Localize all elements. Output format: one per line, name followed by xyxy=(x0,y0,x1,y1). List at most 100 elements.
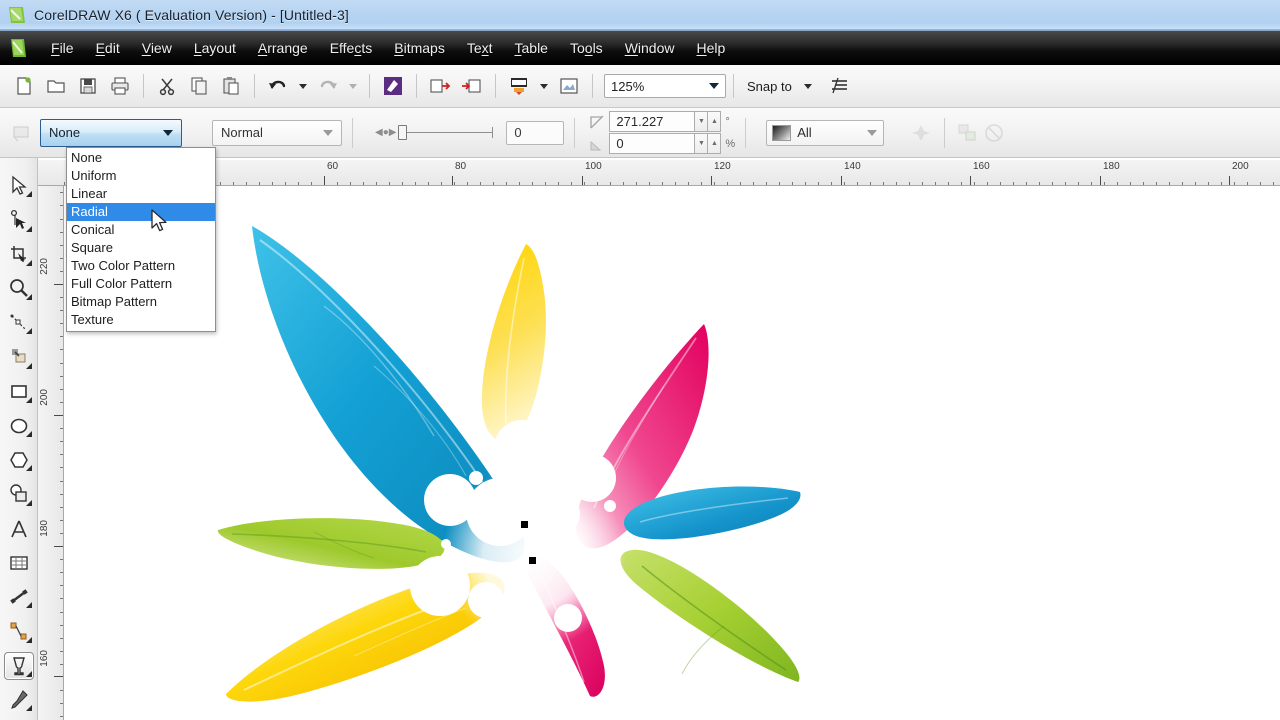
ruler-tick-minor xyxy=(60,585,63,586)
menu-window[interactable]: Window xyxy=(614,36,686,60)
publish-pdf-icon[interactable] xyxy=(504,71,534,101)
dropdown-option-two-color-pattern[interactable]: Two Color Pattern xyxy=(67,257,215,275)
tool-freehand[interactable] xyxy=(4,309,34,337)
ruler-tick-minor xyxy=(1104,182,1105,185)
freeze-transparency-icon[interactable] xyxy=(908,121,934,145)
dropdown-option-uniform[interactable]: Uniform xyxy=(67,167,215,185)
ruler-tick-minor xyxy=(60,572,63,573)
tool-polygon[interactable] xyxy=(4,446,34,474)
options-icon[interactable] xyxy=(825,71,855,101)
transparency-target-combo[interactable]: All xyxy=(766,119,885,146)
publish-pdf-caret-icon[interactable] xyxy=(540,83,548,89)
menu-edit[interactable]: Edit xyxy=(85,36,131,60)
dropdown-option-radial[interactable]: Radial xyxy=(67,203,215,221)
blend-mode-caret-icon[interactable] xyxy=(319,122,337,144)
ruler-tick-major xyxy=(452,176,453,185)
ruler-tick-minor xyxy=(60,481,63,482)
tool-dimension[interactable] xyxy=(4,583,34,611)
copy-icon[interactable] xyxy=(184,71,214,101)
tool-text[interactable] xyxy=(4,515,34,543)
menu-tools[interactable]: Tools xyxy=(559,36,614,60)
paste-icon[interactable] xyxy=(216,71,246,101)
dropdown-option-square[interactable]: Square xyxy=(67,239,215,257)
menu-layout[interactable]: Layout xyxy=(183,36,247,60)
menu-bitmaps[interactable]: Bitmaps xyxy=(383,36,456,60)
fill-type-dropdown-list[interactable]: None Uniform Linear Radial Conical Squar… xyxy=(66,147,216,332)
tool-pick[interactable] xyxy=(4,172,34,200)
menu-text[interactable]: Text xyxy=(456,36,504,60)
menu-table[interactable]: Table xyxy=(504,36,559,60)
tool-basic-shapes[interactable] xyxy=(4,480,34,508)
dropdown-option-bitmap-pattern[interactable]: Bitmap Pattern xyxy=(67,293,215,311)
tool-rectangle[interactable] xyxy=(4,378,34,406)
gradient-angle-field[interactable]: 271.227 xyxy=(609,111,696,132)
undo-icon[interactable] xyxy=(263,71,293,101)
save-icon[interactable] xyxy=(73,71,103,101)
menu-view[interactable]: View xyxy=(131,36,183,60)
redo-dropdown-caret-icon[interactable] xyxy=(349,83,357,89)
fill-type-caret-icon[interactable] xyxy=(159,122,177,144)
menu-effects[interactable]: Effects xyxy=(319,36,384,60)
dropdown-option-none[interactable]: None xyxy=(67,149,215,167)
dropdown-option-full-color-pattern[interactable]: Full Color Pattern xyxy=(67,275,215,293)
dropdown-option-conical[interactable]: Conical xyxy=(67,221,215,239)
edge-pad-spin-down[interactable]: ▼ xyxy=(695,133,709,154)
new-document-icon[interactable] xyxy=(9,71,39,101)
snap-to-label[interactable]: Snap to xyxy=(747,79,792,94)
menu-help[interactable]: Help xyxy=(686,36,737,60)
connect-docker-icon[interactable] xyxy=(554,71,584,101)
cut-icon[interactable] xyxy=(152,71,182,101)
tool-zoom[interactable] xyxy=(4,275,34,303)
edge-pad-spin-up[interactable]: ▲ xyxy=(708,133,722,154)
transparency-slider[interactable]: ◀●▶ xyxy=(375,125,494,140)
application-launcher-icon[interactable] xyxy=(378,71,408,101)
ruler-tick-minor xyxy=(935,182,936,185)
selection-node-1[interactable] xyxy=(521,521,528,528)
undo-dropdown-caret-icon[interactable] xyxy=(299,83,307,89)
tool-fill[interactable] xyxy=(3,651,34,680)
transparency-value-field[interactable]: 0 xyxy=(506,120,565,145)
fill-type-combo[interactable]: None xyxy=(40,118,182,147)
transparency-target-caret-icon[interactable] xyxy=(863,122,881,144)
dropdown-option-linear[interactable]: Linear xyxy=(67,185,215,203)
zoom-caret-icon[interactable] xyxy=(709,83,719,89)
tool-smart-fill[interactable] xyxy=(4,343,34,371)
angle-spin-down[interactable]: ▼ xyxy=(695,111,709,132)
horizontal-ruler[interactable]: 406080100120140160180200 xyxy=(38,160,1280,186)
pinwheel-leaves-artwork[interactable] xyxy=(204,196,824,716)
export-icon[interactable] xyxy=(457,71,487,101)
tool-ellipse[interactable] xyxy=(4,412,34,440)
ruler-tick-major xyxy=(1229,176,1230,185)
ruler-tick-minor xyxy=(272,182,273,185)
angle-spin-up[interactable]: ▲ xyxy=(708,111,722,132)
redo-icon[interactable] xyxy=(313,71,343,101)
drawing-canvas[interactable] xyxy=(64,186,1280,720)
selection-node-2[interactable] xyxy=(529,557,536,564)
snap-to-caret-icon[interactable] xyxy=(803,83,812,89)
ruler-tick-minor xyxy=(636,182,637,185)
copy-transparency-icon[interactable] xyxy=(955,121,981,145)
tool-crop[interactable] xyxy=(4,241,34,269)
edge-pad-field[interactable]: 0 xyxy=(609,133,696,154)
menu-arrange[interactable]: Arrange xyxy=(247,36,319,60)
dropdown-option-texture[interactable]: Texture xyxy=(67,311,215,329)
ruler-tick-minor xyxy=(60,349,63,350)
open-document-icon[interactable] xyxy=(41,71,71,101)
tool-table[interactable] xyxy=(4,549,34,577)
tool-connector[interactable] xyxy=(4,617,34,645)
app-document-icon[interactable] xyxy=(6,35,32,61)
import-icon[interactable] xyxy=(425,71,455,101)
ruler-tick-major xyxy=(841,176,842,185)
zoom-level-value: 125% xyxy=(611,78,645,94)
clear-transparency-icon[interactable] xyxy=(981,121,1007,145)
ruler-tick-minor xyxy=(649,182,650,185)
blend-mode-combo[interactable]: Normal xyxy=(212,119,342,146)
transparency-slider-knob[interactable] xyxy=(398,125,408,140)
vertical-ruler[interactable]: 220 200 180 160 xyxy=(38,186,64,720)
print-icon[interactable] xyxy=(105,71,135,101)
ruler-label: 160 xyxy=(973,161,990,172)
zoom-level-combo[interactable]: 125% xyxy=(604,74,726,98)
tool-shape[interactable] xyxy=(4,206,34,234)
tool-eyedropper[interactable] xyxy=(4,686,34,714)
menu-file[interactable]: File xyxy=(40,36,85,60)
